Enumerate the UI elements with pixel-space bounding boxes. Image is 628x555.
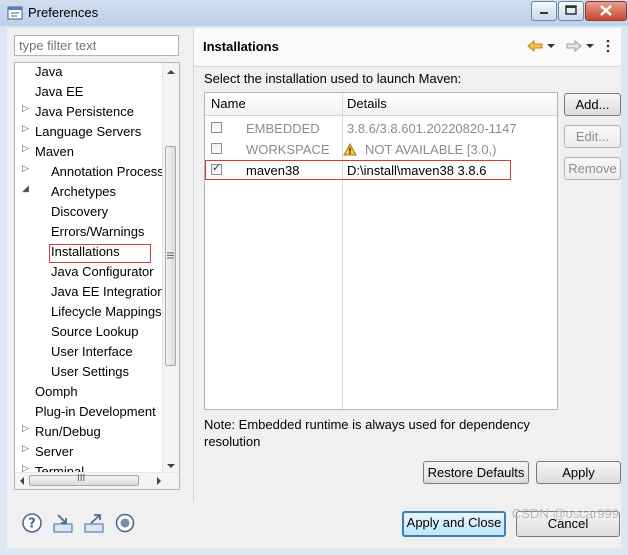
tree-horizontal-scrollbar[interactable]: III <box>15 472 179 489</box>
row-details: 3.8.6/3.8.601.20220820-1147 <box>347 121 517 136</box>
eclipse-app-icon <box>7 6 23 20</box>
collapse-arrow-icon[interactable]: ◢ <box>22 183 30 193</box>
edit-button[interactable]: Edit... <box>564 125 621 148</box>
export-icon[interactable] <box>83 512 105 534</box>
selection-highlight <box>49 244 151 263</box>
tree-item-server[interactable]: Server <box>35 443 73 461</box>
preferences-window: Preferences ▷ ▷ ▷ ▷ ◢ ▷ ▷ ▷ ▷ ▷ Java Jav… <box>0 0 628 555</box>
table-header: Name Details <box>205 93 557 116</box>
apply-and-close-button[interactable]: Apply and Close <box>402 511 506 537</box>
scroll-thumb[interactable]: III <box>29 473 139 486</box>
row-details: NOT AVAILABLE [3.0,) <box>365 142 497 157</box>
tree-item-run-debug[interactable]: Run/Debug <box>35 423 101 441</box>
expand-arrow-icon[interactable]: ▷ <box>22 143 30 153</box>
expand-arrow-icon[interactable]: ▷ <box>22 443 30 453</box>
tree-item-java-ee[interactable]: Java EE <box>35 83 83 101</box>
scroll-right-icon[interactable] <box>153 473 165 489</box>
tree-item-source-lookup[interactable]: Source Lookup <box>51 323 138 341</box>
tree-item-plugin-development[interactable]: Plug-in Development <box>35 403 156 421</box>
grip-icon <box>167 252 174 259</box>
restore-defaults-button[interactable]: Restore Defaults <box>423 461 529 484</box>
filter-input[interactable] <box>14 35 179 56</box>
table-row[interactable]: EMBEDDED 3.8.6/3.8.601.20220820-1147 <box>205 118 557 138</box>
tree-item-java[interactable]: Java <box>35 63 62 81</box>
dialog-client-area: ▷ ▷ ▷ ▷ ◢ ▷ ▷ ▷ ▷ ▷ Java Java EE Java Pe… <box>7 28 621 548</box>
tree-item-errors-warnings[interactable]: Errors/Warnings <box>51 223 144 241</box>
row-name: WORKSPACE <box>246 142 330 157</box>
splitter[interactable] <box>193 28 194 502</box>
tree-item-oomph[interactable]: Oomph <box>35 383 78 401</box>
installations-table: Name Details EMBEDDED 3.8.6/3.8.601.2022… <box>204 92 558 410</box>
warning-icon <box>343 143 357 156</box>
minimize-icon <box>540 12 548 14</box>
expand-arrow-icon[interactable]: ▷ <box>22 123 30 133</box>
page-header: Installations <box>194 28 621 67</box>
tree-item-language-servers[interactable]: Language Servers <box>35 123 141 141</box>
tree-item-lifecycle-mappings[interactable]: Lifecycle Mappings <box>51 303 162 321</box>
maximize-icon <box>565 5 577 15</box>
row-checkbox[interactable] <box>211 122 222 133</box>
tree-item-java-configurator[interactable]: Java Configurator <box>51 263 154 281</box>
maximize-button[interactable] <box>558 1 584 21</box>
preferences-tree: ▷ ▷ ▷ ▷ ◢ ▷ ▷ ▷ ▷ ▷ Java Java EE Java Pe… <box>14 62 180 490</box>
forward-arrow-icon[interactable] <box>565 38 583 54</box>
scroll-down-icon[interactable] <box>163 459 179 473</box>
page-title: Installations <box>203 39 279 54</box>
expand-arrow-icon[interactable]: ▷ <box>22 423 30 433</box>
runtime-note: Note: Embedded runtime is always used fo… <box>204 417 530 449</box>
close-button[interactable] <box>585 1 627 21</box>
add-button[interactable]: Add... <box>564 93 621 116</box>
tree-item-user-settings[interactable]: User Settings <box>51 363 129 381</box>
svg-text:?: ? <box>28 517 36 532</box>
tree-item-user-interface[interactable]: User Interface <box>51 343 133 361</box>
tree-item-archetypes[interactable]: Archetypes <box>51 183 116 201</box>
remove-button[interactable]: Remove <box>564 157 621 180</box>
apply-button[interactable]: Apply <box>536 461 621 484</box>
view-menu-icon[interactable] <box>604 38 612 54</box>
title-bar: Preferences <box>0 0 628 26</box>
grip-icon: III <box>77 473 86 484</box>
import-icon[interactable] <box>52 512 74 534</box>
tree-vertical-scrollbar[interactable] <box>162 63 179 473</box>
table-row[interactable]: WORKSPACE NOT AVAILABLE [3.0,) <box>205 139 557 159</box>
close-icon <box>600 5 612 16</box>
row-name: EMBEDDED <box>246 121 320 136</box>
record-icon[interactable] <box>114 512 136 534</box>
scroll-left-icon[interactable] <box>16 473 28 489</box>
help-icon[interactable]: ? <box>21 512 43 534</box>
row-checkbox[interactable] <box>211 143 222 154</box>
column-header-details[interactable]: Details <box>347 96 387 111</box>
expand-arrow-icon[interactable]: ▷ <box>22 103 30 113</box>
window-title: Preferences <box>28 5 99 20</box>
watermark: CSDN @oscar999 <box>511 506 619 521</box>
column-header-name[interactable]: Name <box>211 96 246 111</box>
expand-arrow-icon[interactable]: ▷ <box>22 163 30 173</box>
tree-item-annotation-processing[interactable]: Annotation Process <box>51 163 164 181</box>
selection-highlight <box>205 160 511 180</box>
forward-dropdown-icon[interactable] <box>585 38 595 54</box>
back-arrow-icon[interactable] <box>526 38 544 54</box>
scroll-up-icon[interactable] <box>163 65 179 79</box>
tree-item-java-ee-integration[interactable]: Java EE Integration <box>51 283 164 301</box>
back-dropdown-icon[interactable] <box>546 38 556 54</box>
tree-item-discovery[interactable]: Discovery <box>51 203 108 221</box>
tree-item-maven[interactable]: Maven <box>35 143 74 161</box>
scroll-thumb[interactable] <box>165 146 176 366</box>
tree-item-java-persistence[interactable]: Java Persistence <box>35 103 134 121</box>
page-description: Select the installation used to launch M… <box>204 71 462 86</box>
minimize-button[interactable] <box>531 1 557 21</box>
